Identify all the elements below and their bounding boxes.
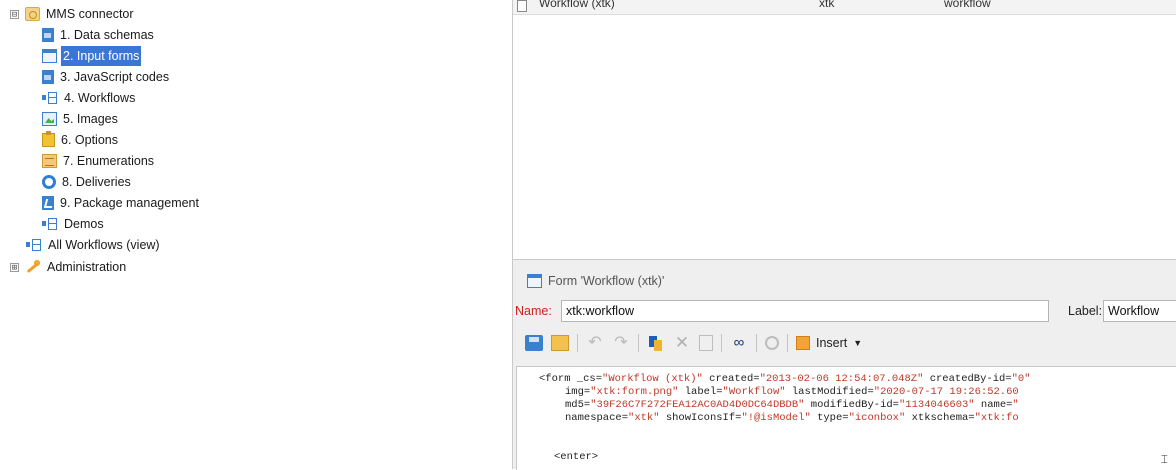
toolbar-separator bbox=[721, 334, 722, 352]
code-line: namespace="xtk" showIconsIf="!@isModel" … bbox=[565, 412, 1019, 424]
tree-item-label: 9. Package management bbox=[60, 196, 199, 210]
insert-dropdown[interactable]: Insert ▼ bbox=[796, 336, 862, 350]
tree-node-label: Administration bbox=[47, 260, 127, 274]
undo-icon[interactable]: ↶ bbox=[586, 335, 604, 351]
tree-item-data-schemas[interactable]: 1. Data schemas bbox=[42, 25, 156, 45]
form-title-text: Form 'Workflow (xtk)' bbox=[548, 274, 665, 288]
list-cell-namespace: xtk bbox=[819, 0, 835, 10]
tree-item-label: 7. Enumerations bbox=[63, 154, 155, 168]
name-label: Name: bbox=[515, 304, 552, 318]
tree-item-package-management[interactable]: 9. Package management bbox=[42, 193, 201, 213]
script-icon bbox=[42, 70, 54, 84]
save-icon[interactable] bbox=[525, 335, 543, 351]
tree-item-label: 2. Input forms bbox=[61, 46, 142, 66]
name-field[interactable] bbox=[561, 300, 1049, 322]
form-editor-panel: Form 'Workflow (xtk)' Name: Label: ↶ ↷ ✕… bbox=[513, 260, 1176, 470]
tree-item-options[interactable]: 6. Options bbox=[42, 130, 120, 150]
cut-icon[interactable]: ✕ bbox=[673, 334, 691, 351]
tree-item-label: 3. JavaScript codes bbox=[60, 70, 170, 84]
tree-item-deliveries[interactable]: 8. Deliveries bbox=[42, 172, 133, 192]
workflow-icon bbox=[42, 217, 58, 231]
options-icon bbox=[42, 131, 55, 147]
tree-item-label: 4. Workflows bbox=[64, 91, 136, 105]
tree-item-demos[interactable]: Demos bbox=[42, 214, 106, 234]
copy-icon[interactable] bbox=[647, 335, 665, 351]
tree-item-label: 8. Deliveries bbox=[62, 175, 131, 189]
code-line: <enter> bbox=[554, 451, 599, 463]
form-icon bbox=[527, 274, 542, 288]
tree-item-label: Demos bbox=[64, 217, 104, 231]
workflow-icon bbox=[42, 91, 58, 105]
find-binoculars-icon[interactable]: ∞ bbox=[730, 335, 748, 351]
toolbar-separator bbox=[756, 334, 757, 352]
form-icon bbox=[42, 49, 57, 63]
tree-item-input-forms[interactable]: 2. Input forms bbox=[42, 46, 142, 66]
xml-code-editor[interactable]: <form _cs="Workflow (xtk)" created="2013… bbox=[516, 366, 1176, 470]
tree-item-label: 5. Images bbox=[63, 112, 118, 126]
tree-item-images[interactable]: 5. Images bbox=[42, 109, 120, 129]
wrench-icon bbox=[25, 260, 41, 274]
tree-item-workflows[interactable]: 4. Workflows bbox=[42, 88, 137, 108]
check-icon[interactable] bbox=[765, 336, 779, 350]
list-cell-name: workflow bbox=[944, 0, 991, 10]
tree-item-javascript-codes[interactable]: 3. JavaScript codes bbox=[42, 67, 171, 87]
delivery-icon bbox=[42, 175, 56, 189]
label-field[interactable] bbox=[1103, 300, 1176, 322]
code-line: <form _cs="Workflow (xtk)" created="2013… bbox=[539, 373, 1031, 385]
expand-icon[interactable]: ⊞ bbox=[10, 262, 19, 272]
editor-toolbar: ↶ ↷ ✕ ∞ Insert ▼ bbox=[513, 330, 1176, 356]
toolbar-separator bbox=[577, 334, 578, 352]
code-line: img="xtk:form.png" label="Workflow" last… bbox=[565, 386, 1019, 398]
list-row[interactable]: Workflow (xtk) xtk workflow bbox=[513, 0, 1176, 15]
toolbar-separator bbox=[638, 334, 639, 352]
insert-icon bbox=[796, 336, 810, 350]
row-checkbox[interactable] bbox=[517, 0, 527, 12]
image-icon bbox=[42, 112, 57, 126]
package-icon bbox=[42, 196, 54, 210]
paste-icon[interactable] bbox=[699, 335, 713, 351]
tree-item-label: 1. Data schemas bbox=[60, 28, 154, 42]
tree-item-enumerations[interactable]: 7. Enumerations bbox=[42, 151, 156, 171]
text-cursor-icon: ⌶ bbox=[1160, 452, 1168, 466]
chevron-down-icon: ▼ bbox=[853, 338, 863, 348]
label-label: Label: bbox=[1068, 304, 1103, 318]
folder-icon bbox=[25, 7, 40, 21]
list-cell-label: Workflow (xtk) bbox=[539, 0, 615, 10]
insert-label: Insert bbox=[816, 336, 848, 350]
toolbar-separator bbox=[787, 334, 788, 352]
redo-icon[interactable]: ↷ bbox=[612, 335, 630, 351]
workflow-icon bbox=[26, 238, 42, 252]
enumeration-icon bbox=[42, 154, 57, 168]
collapse-icon[interactable]: ⊟ bbox=[10, 9, 19, 19]
tree-node-administration[interactable]: ⊞ Administration bbox=[10, 257, 128, 277]
tree-node-label: MMS connector bbox=[46, 7, 134, 21]
tree-item-label: 6. Options bbox=[61, 133, 118, 147]
tree-node-mms-connector[interactable]: ⊟ MMS connector bbox=[10, 4, 136, 24]
tree-item-all-workflows[interactable]: All Workflows (view) bbox=[26, 235, 162, 255]
open-folder-icon[interactable] bbox=[551, 335, 569, 351]
navigation-tree: ⊟ MMS connector 1. Data schemas 2. Input… bbox=[0, 0, 500, 469]
form-title: Form 'Workflow (xtk)' bbox=[527, 273, 664, 289]
tree-item-label: All Workflows (view) bbox=[48, 238, 160, 252]
schema-icon bbox=[42, 28, 54, 42]
code-line: md5="39F26C7F272FEA12AC0AD4D0DC64DBDB" m… bbox=[565, 399, 1019, 411]
form-list: Workflow (xtk) xtk workflow bbox=[513, 0, 1176, 260]
